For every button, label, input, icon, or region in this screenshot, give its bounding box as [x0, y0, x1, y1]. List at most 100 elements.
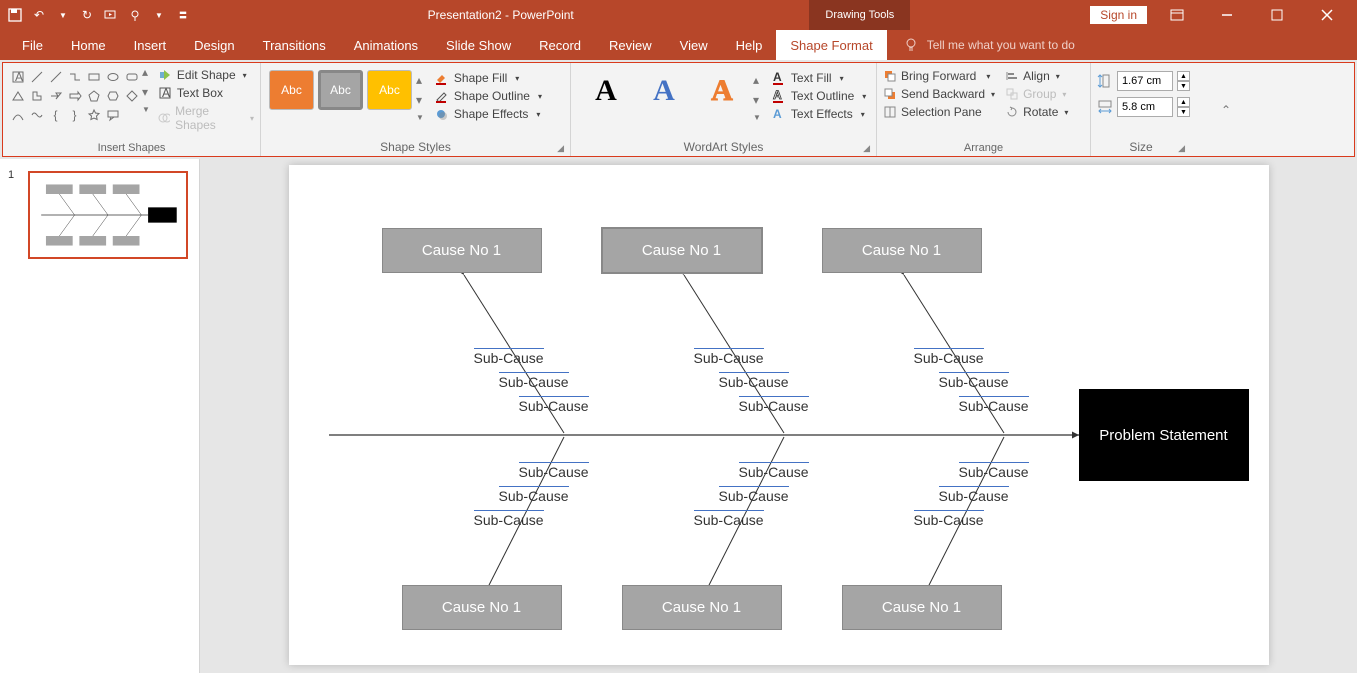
- size-launcher[interactable]: ◢: [1178, 143, 1185, 154]
- align-button[interactable]: Align▾: [1005, 69, 1068, 83]
- width-up[interactable]: ▲: [1177, 97, 1190, 107]
- shape-pentagon-icon[interactable]: [85, 87, 102, 104]
- cause-box-bottom-1[interactable]: Cause No 1: [402, 585, 562, 630]
- shape-arrow-icon[interactable]: [47, 87, 64, 104]
- cause-box-top-1[interactable]: Cause No 1: [382, 228, 542, 273]
- shape-rect-icon[interactable]: [85, 68, 102, 85]
- width-down[interactable]: ▼: [1177, 107, 1190, 117]
- undo-button[interactable]: ↶: [30, 6, 48, 24]
- slide[interactable]: Cause No 1 Cause No 1 Cause No 1 Cause N…: [289, 165, 1269, 665]
- tab-file[interactable]: File: [8, 30, 57, 60]
- cause-box-bottom-3[interactable]: Cause No 1: [842, 585, 1002, 630]
- rotate-button[interactable]: Rotate▾: [1005, 105, 1068, 119]
- cause-box-top-3[interactable]: Cause No 1: [822, 228, 982, 273]
- shape-fill-button[interactable]: Shape Fill▾: [434, 71, 542, 85]
- text-effects-button[interactable]: AText Effects▾: [771, 107, 866, 121]
- minimize-button[interactable]: [1207, 0, 1247, 30]
- sub-cause[interactable]: Sub-Cause: [694, 510, 764, 528]
- sub-cause[interactable]: Sub-Cause: [959, 396, 1029, 414]
- tab-design[interactable]: Design: [180, 30, 248, 60]
- sub-cause[interactable]: Sub-Cause: [739, 396, 809, 414]
- shape-diamond-icon[interactable]: [123, 87, 140, 104]
- shape-star-icon[interactable]: [85, 106, 102, 123]
- wordart-style-1[interactable]: A: [583, 70, 629, 112]
- wordart-style-3[interactable]: A: [699, 70, 745, 112]
- edit-shape-button[interactable]: Edit Shape▾: [158, 68, 254, 82]
- tab-animations[interactable]: Animations: [340, 30, 432, 60]
- sub-cause[interactable]: Sub-Cause: [739, 462, 809, 480]
- tab-slideshow[interactable]: Slide Show: [432, 30, 525, 60]
- sub-cause[interactable]: Sub-Cause: [519, 462, 589, 480]
- shape-effects-button[interactable]: Shape Effects▾: [434, 107, 542, 121]
- sub-cause[interactable]: Sub-Cause: [914, 348, 984, 366]
- shape-oval-icon[interactable]: [104, 68, 121, 85]
- sub-cause[interactable]: Sub-Cause: [939, 486, 1009, 504]
- sub-cause[interactable]: Sub-Cause: [939, 372, 1009, 390]
- style-swatch-1[interactable]: Abc: [269, 70, 314, 110]
- text-outline-button[interactable]: AText Outline▾: [771, 89, 866, 103]
- sub-cause[interactable]: Sub-Cause: [519, 396, 589, 414]
- selection-pane-button[interactable]: Selection Pane: [883, 105, 995, 119]
- slide-thumbnail-1[interactable]: [28, 171, 188, 259]
- tab-transitions[interactable]: Transitions: [249, 30, 340, 60]
- ribbon-collapse[interactable]: ⌃: [1221, 103, 1231, 117]
- shape-triangle-icon[interactable]: [9, 87, 26, 104]
- close-button[interactable]: [1307, 0, 1347, 30]
- problem-statement-box[interactable]: Problem Statement: [1079, 389, 1249, 481]
- sub-cause[interactable]: Sub-Cause: [719, 372, 789, 390]
- start-from-beginning-button[interactable]: [102, 6, 120, 24]
- tab-insert[interactable]: Insert: [120, 30, 181, 60]
- tell-me[interactable]: Tell me what you want to do: [903, 37, 1075, 53]
- style-swatch-2[interactable]: Abc: [318, 70, 363, 110]
- text-box-button[interactable]: AText Box: [158, 86, 254, 100]
- shape-line2-icon[interactable]: [47, 68, 64, 85]
- shape-rrect-icon[interactable]: [123, 68, 140, 85]
- style-gallery-more[interactable]: ▴▾▼: [416, 73, 424, 122]
- shape-gallery[interactable]: A { }: [9, 68, 140, 123]
- qat-customize[interactable]: 〓: [174, 6, 192, 24]
- height-down[interactable]: ▼: [1177, 81, 1190, 91]
- shape-line-icon[interactable]: [28, 68, 45, 85]
- tab-home[interactable]: Home: [57, 30, 120, 60]
- shape-lshape-icon[interactable]: [28, 87, 45, 104]
- sub-cause[interactable]: Sub-Cause: [719, 486, 789, 504]
- send-backward-button[interactable]: Send Backward▾: [883, 87, 995, 101]
- tab-record[interactable]: Record: [525, 30, 595, 60]
- shape-arrow2-icon[interactable]: [66, 87, 83, 104]
- text-fill-button[interactable]: AText Fill▾: [771, 71, 866, 85]
- undo-more[interactable]: ▼: [54, 6, 72, 24]
- maximize-button[interactable]: [1257, 0, 1297, 30]
- slide-canvas[interactable]: Cause No 1 Cause No 1 Cause No 1 Cause N…: [200, 159, 1357, 673]
- shape-outline-button[interactable]: Shape Outline▾: [434, 89, 542, 103]
- ribbon-display-options[interactable]: [1157, 0, 1197, 30]
- height-input[interactable]: [1117, 71, 1173, 91]
- wordart-gallery-more[interactable]: ▴▾▼: [753, 73, 761, 122]
- cause-box-bottom-2[interactable]: Cause No 1: [622, 585, 782, 630]
- shape-hexagon-icon[interactable]: [104, 87, 121, 104]
- sub-cause[interactable]: Sub-Cause: [694, 348, 764, 366]
- touch-mouse-more[interactable]: ▼: [150, 6, 168, 24]
- shape-connector-icon[interactable]: [66, 68, 83, 85]
- shape-textbox-icon[interactable]: A: [9, 68, 26, 85]
- shape-callout-icon[interactable]: [104, 106, 121, 123]
- cause-box-top-2-selected[interactable]: Cause No 1: [602, 228, 762, 273]
- shape-wave-icon[interactable]: [28, 106, 45, 123]
- shape-brace2-icon[interactable]: }: [66, 106, 83, 123]
- redo-button[interactable]: ↻: [78, 6, 96, 24]
- signin-button[interactable]: Sign in: [1090, 6, 1147, 24]
- width-input[interactable]: [1117, 97, 1173, 117]
- shape-gallery-more[interactable]: ▴▾▼: [142, 65, 150, 114]
- sub-cause[interactable]: Sub-Cause: [499, 486, 569, 504]
- touch-mouse-button[interactable]: [126, 6, 144, 24]
- style-swatch-3[interactable]: Abc: [367, 70, 412, 110]
- sub-cause[interactable]: Sub-Cause: [499, 372, 569, 390]
- sub-cause[interactable]: Sub-Cause: [914, 510, 984, 528]
- wordart-style-2[interactable]: A: [641, 70, 687, 112]
- tab-shape-format[interactable]: Shape Format: [776, 30, 886, 60]
- shape-brace-icon[interactable]: {: [47, 106, 64, 123]
- sub-cause[interactable]: Sub-Cause: [959, 462, 1029, 480]
- sub-cause[interactable]: Sub-Cause: [474, 348, 544, 366]
- sub-cause[interactable]: Sub-Cause: [474, 510, 544, 528]
- bring-forward-button[interactable]: Bring Forward▾: [883, 69, 995, 83]
- shape-arc-icon[interactable]: [9, 106, 26, 123]
